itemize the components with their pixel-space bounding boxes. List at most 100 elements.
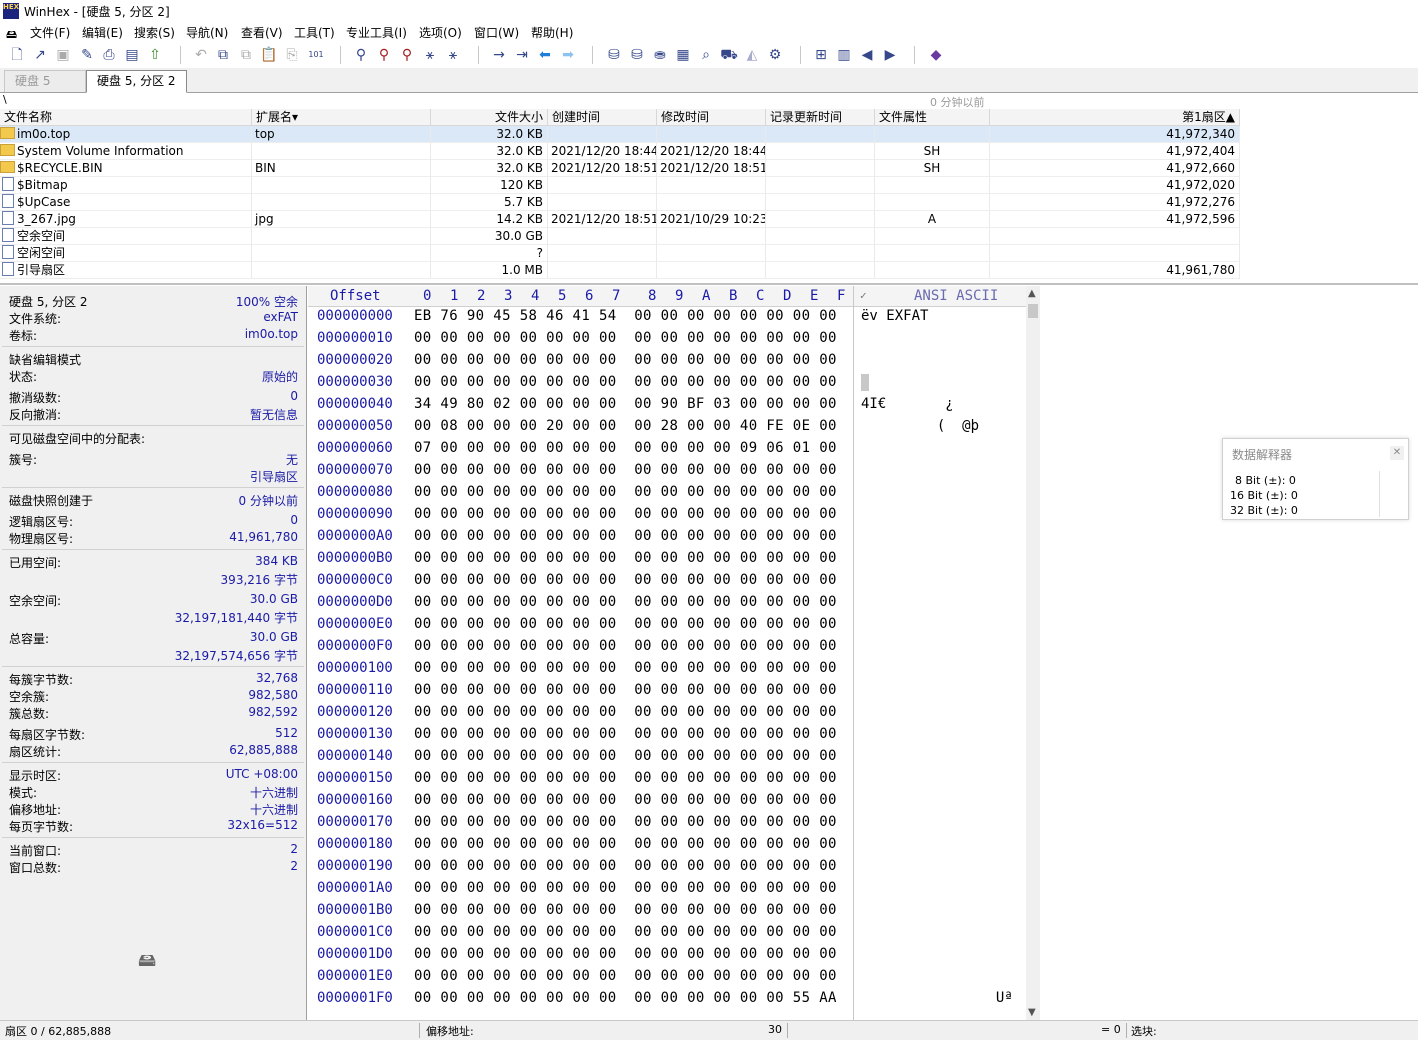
copy-block-icon[interactable]: ⧉: [237, 46, 255, 64]
back-icon[interactable]: ⬅: [536, 46, 554, 64]
file-row[interactable]: 空闲空间?: [0, 245, 1240, 262]
hex-bytes[interactable]: 00 08 00 00 00 20 00 00 00 28 00 00 40 F…: [414, 418, 837, 434]
col-created[interactable]: 创建时间: [548, 109, 657, 126]
hex-bytes[interactable]: 00 00 00 00 00 00 00 00 00 00 00 00 00 0…: [414, 946, 837, 962]
charset-toggle-icon[interactable]: ✓: [860, 286, 867, 306]
goto-offset-icon[interactable]: →: [490, 46, 508, 64]
close-icon[interactable]: ✕: [1390, 446, 1404, 460]
hex-offset[interactable]: 000000190: [317, 858, 393, 874]
hex-bytes[interactable]: 00 00 00 00 00 00 00 00 00 00 00 00 00 0…: [414, 550, 837, 566]
replace-hex-icon[interactable]: ⚹: [421, 46, 439, 64]
hex-bytes[interactable]: 00 00 00 00 00 00 00 00 00 00 00 00 00 0…: [414, 726, 837, 742]
hex-offset[interactable]: 000000160: [317, 792, 393, 808]
col-first-sector[interactable]: 第1扇区▲: [990, 109, 1240, 126]
hex-offset[interactable]: 0000000D0: [317, 594, 393, 610]
hex-offset[interactable]: 000000170: [317, 814, 393, 830]
hex-offset[interactable]: 000000010: [317, 330, 393, 346]
hex-bytes[interactable]: 00 00 00 00 00 00 00 00 00 00 00 00 00 0…: [414, 990, 837, 1006]
menu-search[interactable]: 搜索(S): [134, 24, 175, 41]
image-disk-icon[interactable]: ⛂: [651, 46, 669, 64]
scroll-up-icon[interactable]: ▲: [1028, 288, 1036, 299]
next-icon[interactable]: ▶: [881, 46, 899, 64]
hex-editor[interactable]: Offset 0 1 2 3 4 5 6 7 8 9 A B C D E F ✓ ANSI ASCII 000…: [308, 286, 1026, 1020]
menu-pro-tools[interactable]: 专业工具(I): [346, 24, 407, 41]
hex-offset[interactable]: 000000140: [317, 748, 393, 764]
hex-bytes[interactable]: 00 00 00 00 00 00 00 00 00 00 00 00 00 0…: [414, 506, 837, 522]
hex-bytes[interactable]: 00 00 00 00 00 00 00 00 00 00 00 00 00 0…: [414, 462, 837, 478]
menu-view[interactable]: 查看(V): [241, 24, 283, 41]
hex-offset[interactable]: 000000050: [317, 418, 393, 434]
menu-navigate[interactable]: 导航(N): [186, 24, 228, 41]
hex-offset[interactable]: 000000180: [317, 836, 393, 852]
undo-icon[interactable]: ↶: [192, 46, 210, 64]
hex-offset[interactable]: 0000000F0: [317, 638, 393, 654]
menu-edit[interactable]: 编辑(E): [82, 24, 123, 41]
hex-offset[interactable]: 0000000E0: [317, 616, 393, 632]
hex-ascii[interactable]: ( @þ: [861, 418, 979, 434]
open-icon[interactable]: ↗: [31, 46, 49, 64]
col-modified[interactable]: 修改时间: [657, 109, 766, 126]
hex-offset[interactable]: 0000001A0: [317, 880, 393, 896]
hex-offset[interactable]: 000000100: [317, 660, 393, 676]
scroll-thumb[interactable]: [1028, 304, 1038, 318]
hex-offset[interactable]: 000000030: [317, 374, 393, 390]
hex-offset[interactable]: 000000060: [317, 440, 393, 456]
hex-bytes[interactable]: 00 00 00 00 00 00 00 00 00 00 00 00 00 0…: [414, 858, 837, 874]
hex-bytes[interactable]: 00 00 00 00 00 00 00 00 00 00 00 00 00 0…: [414, 484, 837, 500]
hex-bytes[interactable]: EB 76 90 45 58 46 41 54 00 00 00 00 00 0…: [414, 308, 837, 324]
hex-offset[interactable]: 0000000C0: [317, 572, 393, 588]
hex-ascii[interactable]: ëv EXFAT: [861, 308, 928, 324]
hex-offset[interactable]: 000000110: [317, 682, 393, 698]
menu-window[interactable]: 窗口(W): [474, 24, 519, 41]
hex-bytes[interactable]: 00 00 00 00 00 00 00 00 00 00 00 00 00 0…: [414, 594, 837, 610]
hex-bytes[interactable]: 00 00 00 00 00 00 00 00 00 00 00 00 00 0…: [414, 902, 837, 918]
tab-disk-5-partition-2[interactable]: 硬盘 5, 分区 2: [86, 70, 187, 93]
hex-bytes[interactable]: 00 00 00 00 00 00 00 00 00 00 00 00 00 0…: [414, 330, 837, 346]
hex-offset[interactable]: 000000120: [317, 704, 393, 720]
file-row[interactable]: 空余空间 30.0 GB: [0, 228, 1240, 245]
file-row[interactable]: 引导扇区 1.0 MB 41,961,780: [0, 262, 1240, 279]
find-text-icon[interactable]: ⚲: [352, 46, 370, 64]
export-icon[interactable]: ⇧: [146, 46, 164, 64]
menu-file[interactable]: 文件(F): [30, 24, 70, 41]
new-file-icon[interactable]: 🗋: [8, 46, 26, 64]
hex-offset[interactable]: 000000040: [317, 396, 393, 412]
copy-icon[interactable]: ⧉: [214, 46, 232, 64]
find-next-icon[interactable]: ⚹: [444, 46, 462, 64]
edit-icon[interactable]: ✎: [78, 46, 96, 64]
table-icon[interactable]: ▥: [835, 46, 853, 64]
forward-icon[interactable]: ➡: [559, 46, 577, 64]
hex-offset[interactable]: 000000130: [317, 726, 393, 742]
properties-icon[interactable]: ▤: [123, 46, 141, 64]
hex-bytes[interactable]: 00 00 00 00 00 00 00 00 00 00 00 00 00 0…: [414, 616, 837, 632]
prev-icon[interactable]: ◀: [858, 46, 876, 64]
file-row[interactable]: im0o.top top 32.0 KB 41,972,340: [0, 126, 1240, 143]
calculator-icon[interactable]: ⊞: [812, 46, 830, 64]
replace-text-icon[interactable]: ⚲: [398, 46, 416, 64]
open-disk-icon[interactable]: ⛁: [605, 46, 623, 64]
hex-bytes[interactable]: 00 00 00 00 00 00 00 00 00 00 00 00 00 0…: [414, 748, 837, 764]
hex-offset[interactable]: 000000080: [317, 484, 393, 500]
search-icon[interactable]: ⌕: [697, 46, 715, 64]
hex-bytes[interactable]: 34 49 80 02 00 00 00 00 00 90 BF 03 00 0…: [414, 396, 837, 412]
hex-offset[interactable]: 0000001C0: [317, 924, 393, 940]
paste-icon[interactable]: 📋: [260, 46, 278, 64]
file-row[interactable]: $UpCase 5.7 KB 41,972,276: [0, 194, 1240, 211]
manual-icon[interactable]: ◆: [927, 46, 945, 64]
hex-offset[interactable]: 0000000B0: [317, 550, 393, 566]
hex-bytes[interactable]: 00 00 00 00 00 00 00 00 00 00 00 00 00 0…: [414, 814, 837, 830]
hex-offset[interactable]: 000000000: [317, 308, 393, 324]
tab-disk-5[interactable]: 硬盘 5: [4, 70, 86, 92]
find-hex-icon[interactable]: ⚲: [375, 46, 393, 64]
hex-ascii[interactable]: 4I€ ¿: [861, 396, 954, 412]
hex-bytes[interactable]: 00 00 00 00 00 00 00 00 00 00 00 00 00 0…: [414, 924, 837, 940]
hex-bytes[interactable]: 00 00 00 00 00 00 00 00 00 00 00 00 00 0…: [414, 836, 837, 852]
hex-bytes[interactable]: 00 00 00 00 00 00 00 00 00 00 00 00 00 0…: [414, 572, 837, 588]
file-row[interactable]: $RECYCLE.BIN BIN 32.0 KB 2021/12/20 18:51:.…: [0, 160, 1240, 177]
menu-options[interactable]: 选项(O): [419, 24, 462, 41]
clone-disk-icon[interactable]: ⛁: [628, 46, 646, 64]
goto-sector-icon[interactable]: ⇥: [513, 46, 531, 64]
col-ext[interactable]: 扩展名▾: [252, 109, 431, 126]
hex-offset[interactable]: 000000020: [317, 352, 393, 368]
settings-icon[interactable]: ⚙: [766, 46, 784, 64]
